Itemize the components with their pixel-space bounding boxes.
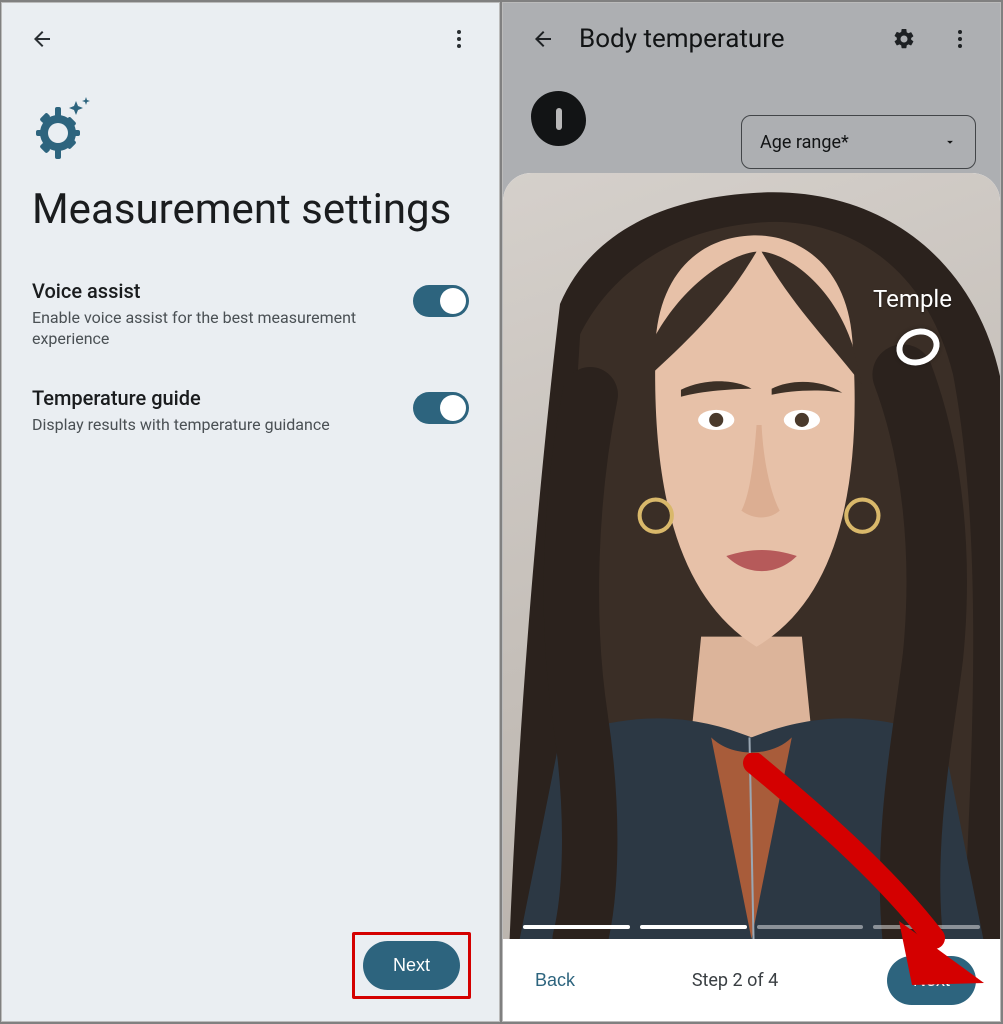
more-icon[interactable] <box>437 17 481 61</box>
voice-assist-toggle[interactable] <box>413 285 469 317</box>
screen-measurement-settings: Measurement settings Voice assist Enable… <box>1 2 500 1022</box>
setting-temperature-guide: Temperature guide Display results with t… <box>32 386 469 436</box>
page-title: Measurement settings <box>32 185 469 235</box>
setting-voice-assist: Voice assist Enable voice assist for the… <box>32 279 469 350</box>
next-button[interactable]: Next <box>887 956 976 1005</box>
next-button[interactable]: Next <box>363 941 460 990</box>
temperature-guide-title: Temperature guide <box>32 386 397 410</box>
progress-seg-4 <box>873 925 980 929</box>
voice-assist-desc: Enable voice assist for the best measure… <box>32 307 397 350</box>
settings-sparkle-icon <box>32 95 96 159</box>
back-icon[interactable] <box>20 17 64 61</box>
temperature-guide-desc: Display results with temperature guidanc… <box>32 414 397 436</box>
highlight-box: Next <box>352 932 471 999</box>
tutorial-sheet: Temple Back Step 2 of 4 Next <box>503 173 1000 1021</box>
top-bar <box>2 3 499 75</box>
tutorial-image: Temple <box>503 173 1000 939</box>
temperature-guide-toggle[interactable] <box>413 392 469 424</box>
progress-seg-2 <box>640 925 747 929</box>
back-button[interactable]: Back <box>527 960 583 1001</box>
footer: Next <box>2 932 499 999</box>
progress-indicator <box>523 925 980 929</box>
progress-seg-3 <box>757 925 864 929</box>
voice-assist-title: Voice assist <box>32 279 397 303</box>
progress-seg-1 <box>523 925 630 929</box>
sheet-footer: Back Step 2 of 4 Next <box>503 939 1000 1021</box>
screen-body-temperature: Body temperature Age range* <box>502 2 1001 1022</box>
step-label: Step 2 of 4 <box>692 970 778 991</box>
temple-label: Temple <box>873 285 952 313</box>
